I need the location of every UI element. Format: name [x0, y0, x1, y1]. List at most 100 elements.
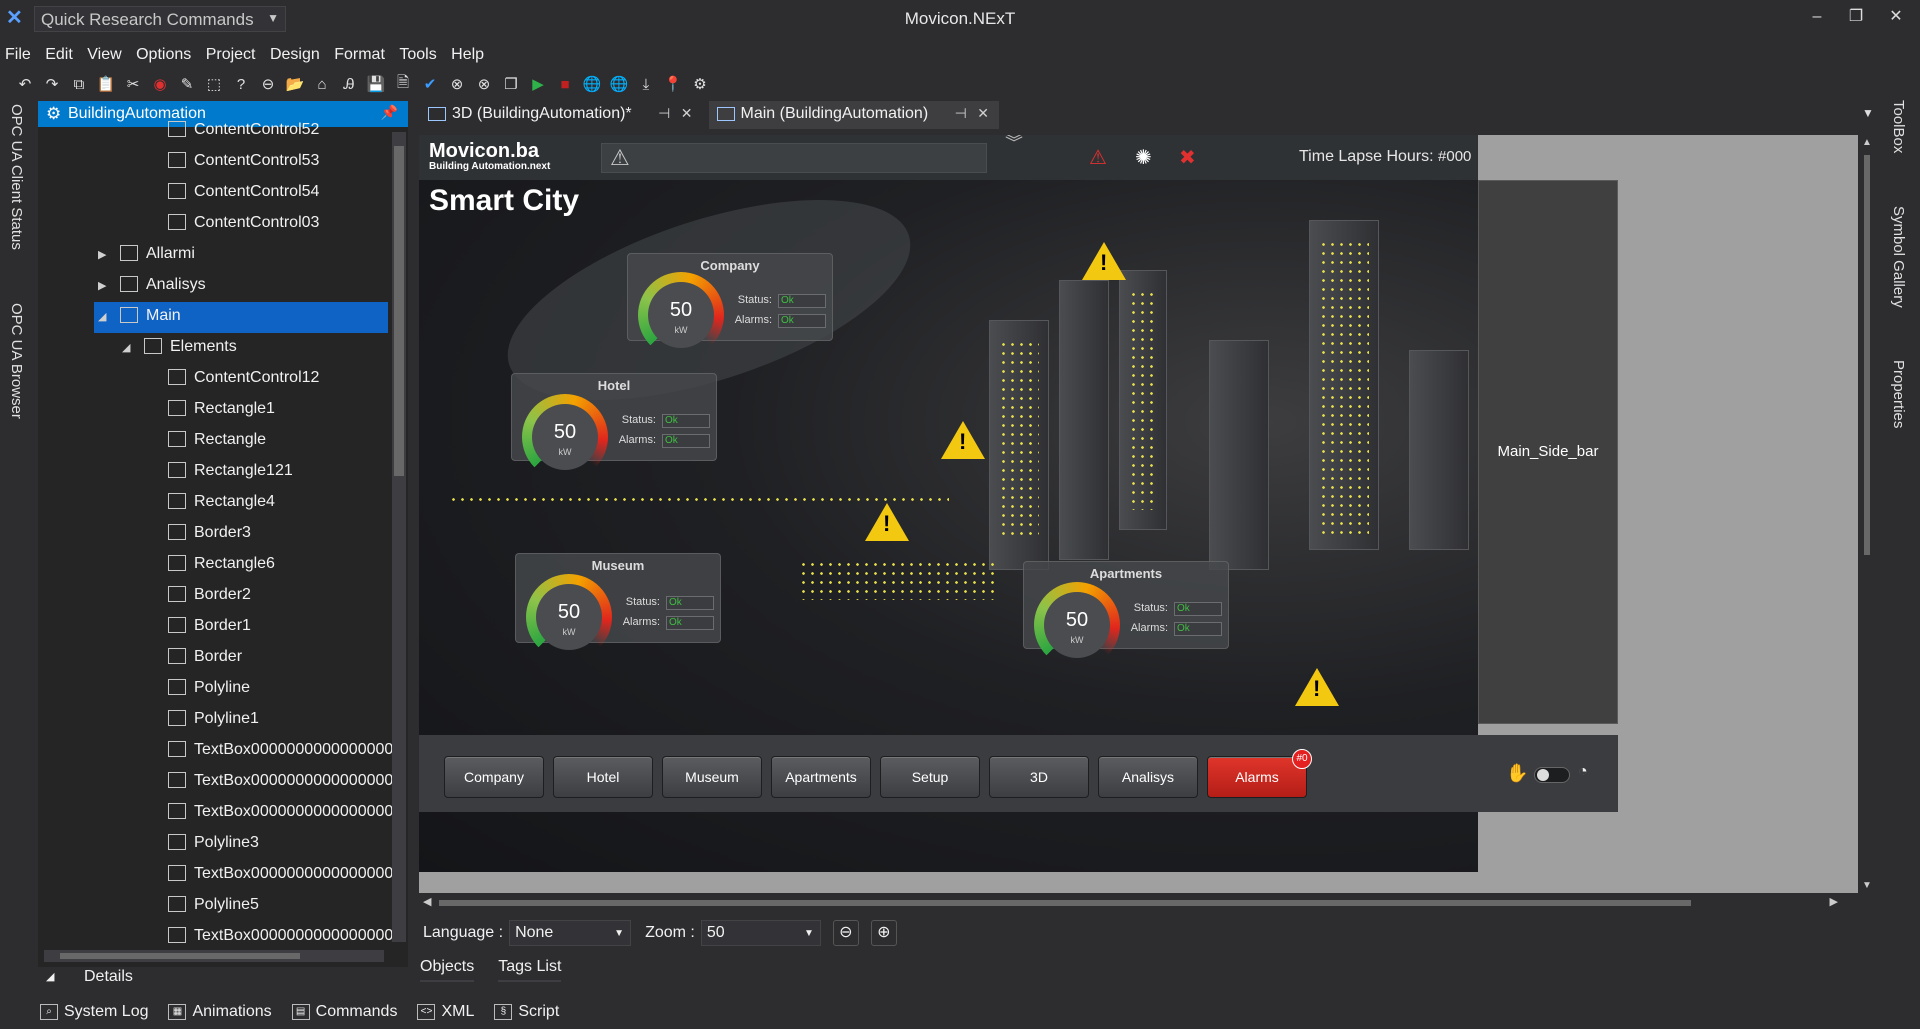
- tree-item[interactable]: ContentControl52: [164, 116, 392, 147]
- tree-item[interactable]: ContentControl03: [164, 209, 392, 240]
- tree-horizontal-scrollbar[interactable]: [44, 950, 384, 962]
- nav-setup-button[interactable]: Setup: [880, 756, 980, 798]
- tab-commands[interactable]: ▤ Commands: [291, 1003, 397, 1021]
- canvas-horizontal-scrollbar[interactable]: ◀ ▶: [419, 894, 1858, 912]
- nav-apartments-button[interactable]: Apartments: [771, 756, 871, 798]
- quick-research-commands-dropdown[interactable]: Quick Research Commands ▼: [34, 6, 286, 32]
- globe-icon[interactable]: 🌐: [581, 73, 603, 95]
- settings-grid-icon[interactable]: ⚙: [689, 73, 711, 95]
- warning-triangle-icon[interactable]: !: [1295, 668, 1339, 706]
- tree-item[interactable]: TextBox000000000000000000: [164, 922, 392, 953]
- clock-24-icon[interactable]: ◔: [1578, 763, 1588, 781]
- tree-item[interactable]: TextBox000000000000000000: [164, 767, 392, 798]
- close-icon[interactable]: ✕: [681, 105, 693, 121]
- tree-item[interactable]: Rectangle1: [164, 395, 392, 426]
- tab-properties[interactable]: Properties: [1890, 360, 1907, 428]
- tab-script[interactable]: § Script: [494, 1003, 559, 1021]
- tree-item[interactable]: Border: [164, 643, 392, 674]
- minimize-button[interactable]: –: [1800, 4, 1834, 30]
- bug-icon[interactable]: ✺: [1135, 145, 1152, 170]
- nav-analisys-button[interactable]: Analisys: [1098, 756, 1198, 798]
- tab-toolbox[interactable]: ToolBox: [1890, 100, 1907, 153]
- undo-icon[interactable]: ↶: [14, 73, 36, 95]
- tree-expander-icon[interactable]: ◢: [98, 310, 114, 323]
- vscroll-thumb[interactable]: [1864, 155, 1870, 555]
- nav-3d-button[interactable]: 3D: [989, 756, 1089, 798]
- tree-hscrollbar-thumb[interactable]: [60, 953, 300, 959]
- hmi-screen[interactable]: Movicon.ba Building Automation.next ⚠ ︾ …: [419, 135, 1478, 872]
- new-icon[interactable]: ⊖: [257, 73, 279, 95]
- tree-expander-icon[interactable]: ◢: [122, 341, 138, 354]
- tab-tags-list[interactable]: Tags List: [498, 958, 562, 982]
- tab-opc-ua-client-status[interactable]: OPC UA Client Status: [8, 104, 25, 250]
- select-rect-icon[interactable]: ⬚: [203, 73, 225, 95]
- museum-panel[interactable]: Museum 50 kW Status: Ok Alarms: Ok: [515, 553, 721, 660]
- font-icon[interactable]: Ꭿ: [338, 73, 360, 95]
- pin-icon[interactable]: ⊣: [955, 105, 967, 121]
- tree-expander-icon[interactable]: ▶: [98, 248, 114, 261]
- menu-format[interactable]: Format: [329, 44, 390, 66]
- home-icon[interactable]: ⌂: [311, 73, 333, 95]
- doc-list-dropdown-icon[interactable]: ▼: [1862, 106, 1874, 120]
- tab-opc-ua-browser[interactable]: OPC UA Browser: [8, 303, 25, 419]
- tree-item[interactable]: Polyline1: [164, 705, 392, 736]
- canvas-vertical-scrollbar[interactable]: ▲ ▼: [1858, 135, 1876, 893]
- close-button[interactable]: ✕: [1879, 4, 1913, 30]
- tree-item[interactable]: Polyline5: [164, 891, 392, 922]
- run-icon[interactable]: ▶: [527, 73, 549, 95]
- help-icon[interactable]: ?: [230, 73, 252, 95]
- tree-item[interactable]: Border3: [164, 519, 392, 550]
- menu-edit[interactable]: Edit: [40, 44, 78, 66]
- warning-triangle-icon[interactable]: !: [865, 503, 909, 541]
- tree-item[interactable]: Border2: [164, 581, 392, 612]
- zoom-dropdown[interactable]: 50 ▼: [700, 920, 821, 946]
- tree-scrollbar[interactable]: [392, 132, 406, 942]
- tree-item[interactable]: TextBox000000000000000000: [164, 860, 392, 891]
- double-chevron-down-icon[interactable]: ︾: [1005, 135, 1023, 152]
- menu-file[interactable]: File: [0, 44, 36, 66]
- record-icon[interactable]: ◉: [149, 73, 171, 95]
- copy-icon[interactable]: ⧉: [68, 73, 90, 95]
- tree-item[interactable]: ContentControl12: [164, 364, 392, 395]
- menu-tools[interactable]: Tools: [394, 44, 441, 66]
- scroll-right-icon[interactable]: ▶: [1830, 895, 1838, 908]
- restore-button[interactable]: ❐: [1839, 4, 1873, 30]
- zoom-out-icon[interactable]: ⊖: [832, 920, 859, 946]
- tree-item[interactable]: Border1: [164, 612, 392, 643]
- tab-objects[interactable]: Objects: [420, 958, 475, 982]
- menu-design[interactable]: Design: [265, 44, 325, 66]
- alarm-off-icon[interactable]: ✖: [1179, 145, 1196, 170]
- scroll-left-icon[interactable]: ◀: [423, 895, 431, 908]
- mode-toggle[interactable]: [1534, 767, 1570, 783]
- tree-item[interactable]: Polyline3: [164, 829, 392, 860]
- company-panel[interactable]: Company 50 kW Status: Ok Alarms: Ok: [627, 253, 833, 358]
- nav-museum-button[interactable]: Museum: [662, 756, 762, 798]
- scroll-down-icon[interactable]: ▼: [1862, 880, 1872, 891]
- apartments-panel[interactable]: Apartments 50 kW Status: Ok Alarms: Ok: [1023, 561, 1229, 668]
- pin-icon[interactable]: ⊣: [658, 105, 670, 121]
- tree-item[interactable]: Rectangle: [164, 426, 392, 457]
- tree-item[interactable]: Rectangle6: [164, 550, 392, 581]
- windows-icon[interactable]: ❐: [500, 73, 522, 95]
- nav-company-button[interactable]: Company: [444, 756, 544, 798]
- tree-item[interactable]: ▶ Analisys: [94, 271, 392, 302]
- nav-alarms-button[interactable]: Alarms #0: [1207, 749, 1312, 798]
- tab-symbol-gallery[interactable]: Symbol Gallery: [1890, 206, 1907, 308]
- redo-icon[interactable]: ↷: [41, 73, 63, 95]
- open-folder-icon[interactable]: 📂: [284, 73, 306, 95]
- tree-expander-icon[interactable]: ▶: [98, 279, 114, 292]
- hotel-panel[interactable]: Hotel 50 kW Status: Ok Alarms: Ok: [511, 373, 717, 480]
- web-globe-icon[interactable]: 🌐: [608, 73, 630, 95]
- menu-help[interactable]: Help: [446, 44, 489, 66]
- tree-item[interactable]: ContentControl53: [164, 147, 392, 178]
- menu-options[interactable]: Options: [131, 44, 196, 66]
- paste-icon[interactable]: 📋: [95, 73, 117, 95]
- tree-item[interactable]: TextBox000000000000000000: [164, 798, 392, 829]
- tab-3d-document[interactable]: 3D (BuildingAutomation)* ⊣ ✕: [420, 101, 703, 129]
- location-pin-icon[interactable]: 📍: [662, 73, 684, 95]
- tab-system-log[interactable]: ⌕ System Log: [40, 1003, 148, 1021]
- stop-icon[interactable]: ■: [554, 73, 576, 95]
- tab-main-document[interactable]: Main (BuildingAutomation) ⊣ ✕: [708, 101, 999, 129]
- tree-scrollbar-thumb[interactable]: [394, 146, 404, 476]
- tree-item[interactable]: ◢ Elements: [118, 333, 392, 364]
